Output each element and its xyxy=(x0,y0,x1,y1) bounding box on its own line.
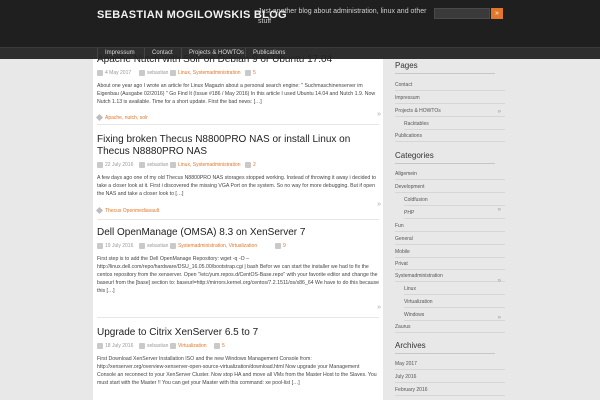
sidebar-page-item[interactable]: Publications xyxy=(395,131,505,142)
widget-title-pages: Pages xyxy=(395,61,418,70)
site-header: SEBASTIAN MOGILOWSKIS BLOG Just another … xyxy=(0,0,600,47)
post-divider xyxy=(97,317,379,318)
tag-icon xyxy=(95,113,104,122)
calendar-icon xyxy=(97,162,103,168)
read-more-icon[interactable]: » xyxy=(377,304,381,311)
sidebar-category-item[interactable]: General xyxy=(395,234,505,245)
post-date: 18 July 2016 xyxy=(105,343,134,349)
sidebar-more-icon[interactable]: » xyxy=(395,205,509,216)
post-meta: 18 July 2016 sebastian Virtualization 5 xyxy=(97,342,379,352)
author-icon xyxy=(139,70,145,76)
folder-icon xyxy=(170,70,176,76)
post-categories[interactable]: Systemadministration, Virtualization xyxy=(178,242,257,251)
sidebar-category-item[interactable]: Mobile xyxy=(395,247,505,258)
post-excerpt: First step is to add the Dell OpenManage… xyxy=(97,256,379,294)
comment-count[interactable]: 5 xyxy=(222,342,225,351)
post-divider xyxy=(97,219,379,220)
post-categories[interactable]: Virtualization xyxy=(178,342,207,351)
post: Dell OpenManage (OMSA) 8.3 on XenServer … xyxy=(97,227,379,295)
post-author[interactable]: sebastian xyxy=(147,342,168,351)
post: Fixing broken Thecus N8800PRO NAS or ins… xyxy=(95,134,379,216)
sidebar-more-icon[interactable]: » xyxy=(395,313,509,324)
sidebar-category-item[interactable]: Development xyxy=(395,182,505,193)
comment-count[interactable]: 5 xyxy=(253,69,256,78)
post: Apache Nutch with Solr on Debian 9 or Ub… xyxy=(95,54,379,123)
post-meta: 22 July 2016 sebastian Linux, Systemadmi… xyxy=(97,161,379,171)
tag-icon xyxy=(95,206,104,215)
post-date: 22 July 2016 xyxy=(105,162,134,168)
comment-count[interactable]: 2 xyxy=(253,161,256,170)
folder-icon xyxy=(170,162,176,168)
widget-title-categories: Categories xyxy=(395,151,434,160)
calendar-icon xyxy=(97,343,103,349)
post-date: 4 May 2017 xyxy=(105,70,132,76)
read-more-icon[interactable]: » xyxy=(377,111,381,118)
post-author[interactable]: sebastian xyxy=(147,242,168,251)
post-meta: 4 May 2017 sebastian Linux, Systemadmini… xyxy=(97,69,379,79)
comment-count[interactable]: 9 xyxy=(283,242,286,251)
widget-title-archives: Archives xyxy=(395,341,426,350)
widget-divider xyxy=(395,353,495,354)
post-divider xyxy=(97,124,379,125)
post-tags: Apache, nutch, solr xyxy=(95,113,379,123)
widget-divider xyxy=(395,163,495,164)
post-excerpt: A few days ago one of my old Thecus N880… xyxy=(97,175,377,197)
sidebar: Pages Contact Impressum Projects & HOWTO… xyxy=(390,59,510,400)
comment-icon xyxy=(245,162,251,168)
sidebar-page-item[interactable]: Contact xyxy=(395,80,505,91)
post-title[interactable]: Dell OpenManage (OMSA) 8.3 on XenServer … xyxy=(97,227,379,239)
post-title[interactable]: Fixing broken Thecus N8800PRO NAS or ins… xyxy=(97,134,379,158)
widget-divider xyxy=(395,73,495,74)
sidebar-more-icon[interactable]: » xyxy=(395,276,509,287)
folder-icon xyxy=(170,343,176,349)
post-author[interactable]: sebastian xyxy=(147,161,168,170)
read-more-icon[interactable]: » xyxy=(377,201,381,208)
calendar-icon xyxy=(97,70,103,76)
calendar-icon xyxy=(97,243,103,249)
comment-icon xyxy=(214,343,220,349)
post-excerpt: About one year ago I wrote an article fo… xyxy=(97,83,376,105)
sidebar-category-item[interactable]: Allgemein xyxy=(395,169,505,180)
sidebar-category-item[interactable]: Privat xyxy=(395,259,505,270)
sidebar-category-item[interactable]: Fun xyxy=(395,221,505,232)
post-author[interactable]: sebastian xyxy=(147,69,168,78)
post-tags-list[interactable]: Thecus Openmediavault xyxy=(105,208,159,214)
sidebar-category-item[interactable]: Virtualization xyxy=(404,297,505,308)
post: Upgrade to Citrix XenServer 6.5 to 7 18 … xyxy=(97,327,379,387)
post-title[interactable]: Apache Nutch with Solr on Debian 9 or Ub… xyxy=(97,54,379,66)
sidebar-archive-item[interactable]: July 2016 xyxy=(395,372,505,383)
post-title[interactable]: Upgrade to Citrix XenServer 6.5 to 7 xyxy=(97,327,379,339)
post-categories[interactable]: Linux, Systemadministration xyxy=(178,161,241,170)
search-button[interactable]: » xyxy=(491,8,503,19)
post-meta: 19 July 2016 sebastian Systemadministrat… xyxy=(97,242,379,252)
comment-icon xyxy=(245,70,251,76)
author-icon xyxy=(139,162,145,168)
post-excerpt: First Download XenServer Installation IS… xyxy=(97,356,377,386)
sidebar-page-item[interactable]: Racktables xyxy=(404,119,505,130)
post-date: 19 July 2016 xyxy=(105,243,134,249)
post-tags: Thecus Openmediavault xyxy=(95,206,379,216)
search-input[interactable] xyxy=(434,8,490,19)
folder-icon xyxy=(170,243,176,249)
sidebar-page-item[interactable]: Impressum xyxy=(395,93,505,104)
post-tags-list[interactable]: Apache, nutch, solr xyxy=(105,115,148,121)
sidebar-more-icon[interactable]: » xyxy=(395,107,509,118)
site-tagline: Just another blog about administration, … xyxy=(258,8,427,25)
post-categories[interactable]: Linux, Systemadministration xyxy=(178,69,241,78)
author-icon xyxy=(139,243,145,249)
comment-icon xyxy=(275,243,281,249)
sidebar-archive-item[interactable]: February 2016 xyxy=(395,385,505,396)
main-content: Apache Nutch with Solr on Debian 9 or Ub… xyxy=(93,54,383,400)
author-icon xyxy=(139,343,145,349)
sidebar-archive-item[interactable]: May 2017 xyxy=(395,359,505,370)
